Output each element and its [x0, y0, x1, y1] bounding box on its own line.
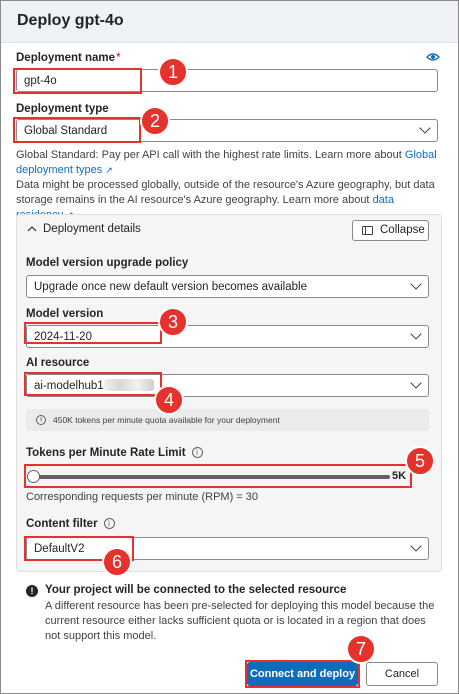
step-badge-4: 4: [154, 385, 184, 415]
info-icon[interactable]: i: [103, 518, 115, 530]
deployment-type-help: Global Standard: Pay per API call with t…: [16, 148, 444, 223]
content-filter-label-text: Content filter: [26, 518, 98, 530]
chevron-down-icon: [419, 122, 431, 134]
quota-note-text: 450K tokens per minute quota available f…: [53, 415, 280, 425]
info-icon: i: [36, 415, 46, 425]
help-text-1: Global Standard: Pay per API call with t…: [16, 149, 402, 161]
collapse-button[interactable]: Collapse: [352, 220, 429, 241]
upgrade-policy-select[interactable]: Upgrade once new default version becomes…: [26, 275, 429, 298]
deployment-name-label: Deployment name*: [16, 52, 121, 64]
quota-note: i 450K tokens per minute quota available…: [26, 409, 429, 431]
dialog-header: Deploy gpt-4o: [1, 1, 458, 43]
deployment-type-label: Deployment type: [16, 103, 109, 115]
step-badge-2: 2: [140, 106, 170, 136]
dialog-title: Deploy gpt-4o: [17, 12, 124, 29]
step-badge-6: 6: [102, 547, 132, 577]
chevron-down-icon: [410, 377, 422, 389]
highlight-box-1: [13, 68, 142, 94]
info-icon[interactable]: i: [191, 447, 203, 459]
chevron-down-icon: [410, 328, 422, 340]
model-version-label: Model version: [26, 308, 104, 320]
highlight-box-2: [13, 117, 141, 143]
external-link-icon: ↗: [105, 165, 113, 175]
upgrade-policy-value: Upgrade once new default version becomes…: [34, 281, 307, 293]
highlight-box-5: [24, 464, 412, 488]
collapse-label: Collapse: [380, 224, 425, 236]
ai-resource-label: AI resource: [26, 357, 90, 369]
rate-limit-label-text: Tokens per Minute Rate Limit: [26, 447, 186, 459]
highlight-box-3: [24, 322, 162, 344]
collapse-icon: [362, 226, 373, 235]
notice-title: Your project will be connected to the se…: [45, 584, 347, 596]
step-badge-3: 3: [158, 307, 188, 337]
cancel-button[interactable]: Cancel: [366, 662, 438, 686]
chevron-down-icon: [410, 540, 422, 552]
eye-icon[interactable]: [426, 52, 440, 62]
info-filled-icon: !: [26, 585, 38, 597]
required-marker: *: [116, 52, 121, 64]
deployment-name-label-text: Deployment name: [16, 52, 116, 64]
highlight-box-7: [245, 660, 360, 688]
deployment-details-title[interactable]: Deployment details: [43, 223, 141, 235]
step-badge-7: 7: [346, 634, 376, 664]
step-badge-5: 5: [405, 446, 435, 476]
notice-body: A different resource has been pre-select…: [45, 600, 435, 642]
chevron-up-icon[interactable]: [27, 225, 37, 233]
rpm-text: Corresponding requests per minute (RPM) …: [26, 491, 259, 503]
highlight-box-4: [24, 372, 162, 396]
rate-limit-label: Tokens per Minute Rate Limit i: [26, 447, 203, 459]
step-badge-1: 1: [158, 57, 188, 87]
content-filter-label: Content filter i: [26, 518, 115, 530]
chevron-down-icon: [410, 278, 422, 290]
upgrade-policy-label: Model version upgrade policy: [26, 257, 189, 269]
